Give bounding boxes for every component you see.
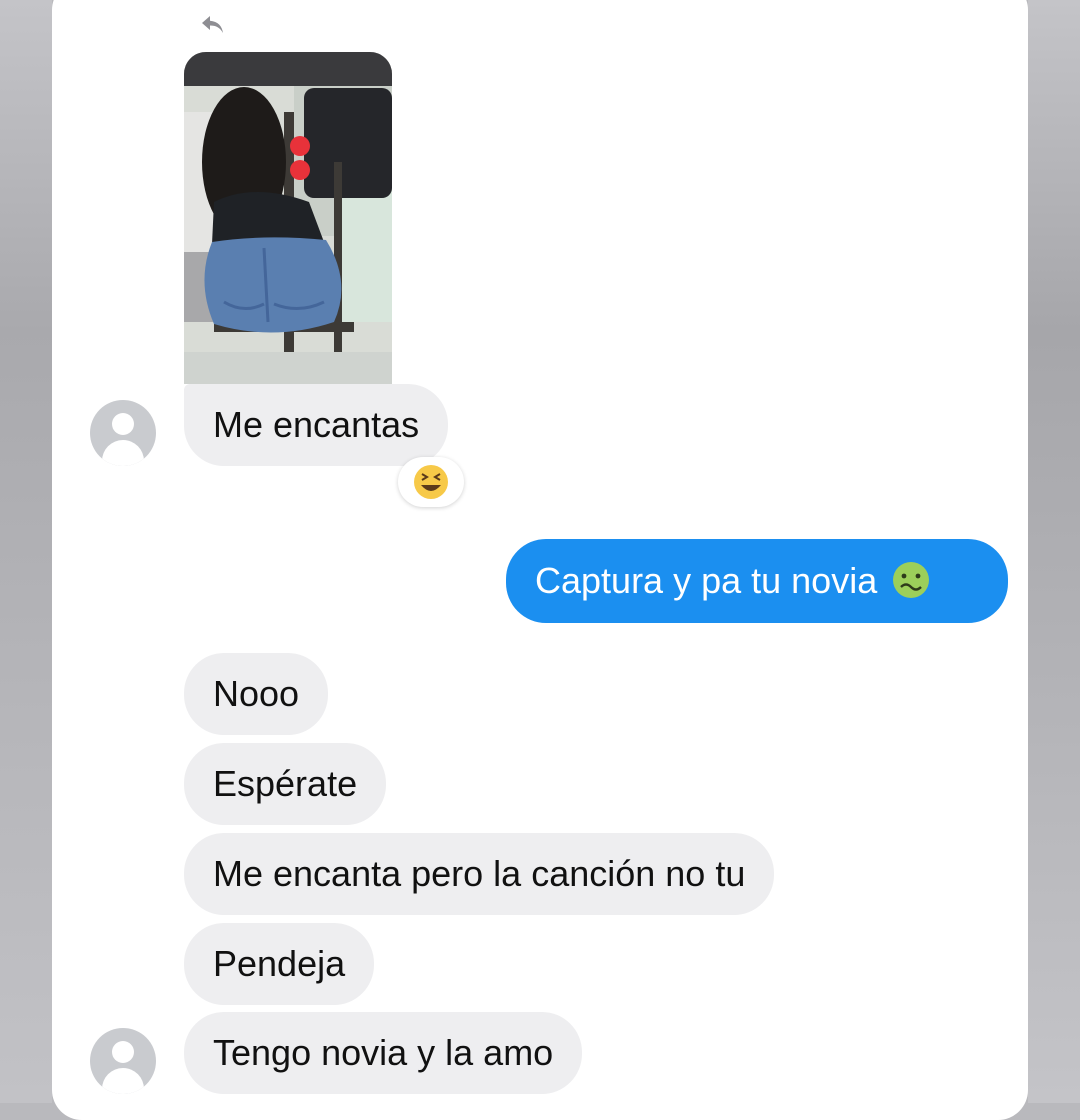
message-text: Captura y pa tu novia — [535, 560, 878, 601]
received-message[interactable]: Nooo — [184, 653, 329, 735]
received-message[interactable]: Espérate — [184, 743, 387, 825]
sent-message[interactable]: Captura y pa tu novia — [506, 539, 1008, 623]
grinning-squinting-face-emoji — [414, 465, 448, 499]
contact-avatar[interactable] — [90, 400, 156, 466]
received-message[interactable]: Me encantas — [184, 384, 449, 466]
message-reaction[interactable] — [398, 457, 464, 507]
photo-image — [184, 52, 392, 384]
contact-avatar[interactable] — [90, 1028, 156, 1094]
received-message[interactable]: Tengo novia y la amo — [184, 1012, 583, 1094]
nauseated-face-emoji — [893, 562, 930, 599]
message-text: Me encantas — [213, 404, 420, 445]
shared-photo[interactable] — [184, 52, 392, 384]
avatar-head — [112, 1041, 134, 1063]
received-message[interactable]: Me encanta pero la canción no tu — [184, 833, 775, 915]
avatar-shoulders — [102, 440, 144, 466]
background-right — [1028, 0, 1080, 1103]
avatar-shoulders — [102, 1068, 144, 1094]
message-text: Espérate — [213, 763, 358, 804]
message-text: Tengo novia y la amo — [213, 1032, 554, 1073]
message-text: Nooo — [213, 673, 300, 714]
avatar-head — [112, 413, 134, 435]
message-text: Pendeja — [213, 943, 346, 984]
reply-icon[interactable] — [198, 12, 228, 38]
received-message[interactable]: Pendeja — [184, 923, 375, 1005]
background-left — [0, 0, 52, 1103]
message-text: Me encanta pero la canción no tu — [213, 853, 746, 894]
